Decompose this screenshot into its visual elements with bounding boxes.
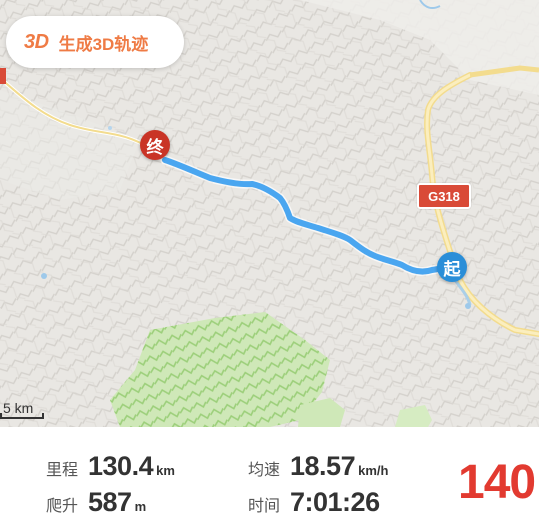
route-start-marker[interactable]: 起 <box>437 252 467 282</box>
avg-speed-label: 均速 <box>248 462 281 479</box>
time-label: 时间 <box>248 498 281 515</box>
stat-avg-speed: 均速 18.57 km/h <box>248 451 388 482</box>
route-end-marker[interactable]: 终 <box>140 130 170 160</box>
highlight-value: 140 <box>458 456 536 509</box>
climb-label: 爬升 <box>46 498 79 515</box>
map-edge-road-marker <box>0 68 6 84</box>
stat-climb: 爬升 587 m <box>46 487 146 518</box>
stats-panel: 里程 130.4 km 爬升 587 m 均速 18.57 km/h 时间 7:… <box>0 427 539 531</box>
climb-unit: m <box>134 499 147 514</box>
scale-label: 5 km <box>3 400 34 416</box>
distance-value: 130.4 <box>88 451 154 481</box>
stat-time: 时间 7:01:26 <box>248 487 380 518</box>
avg-speed-value: 18.57 <box>290 451 356 481</box>
road-label-shield: G318 <box>417 183 471 209</box>
3d-icon: 3D <box>24 30 49 53</box>
stat-distance: 里程 130.4 km <box>46 451 175 482</box>
distance-unit: km <box>156 463 175 478</box>
generate-3d-label: 生成3D轨迹 <box>58 34 149 54</box>
avg-speed-unit: km/h <box>358 463 389 478</box>
map-view[interactable]: 3D 生成3D轨迹 终 起 G318 5 km <box>0 0 539 427</box>
climb-value: 587 <box>88 487 132 517</box>
map-scale-bar: 5 km <box>0 400 48 422</box>
generate-3d-track-button[interactable]: 3D 生成3D轨迹 <box>6 16 184 68</box>
time-value: 7:01:26 <box>290 487 380 517</box>
distance-label: 里程 <box>46 462 79 479</box>
